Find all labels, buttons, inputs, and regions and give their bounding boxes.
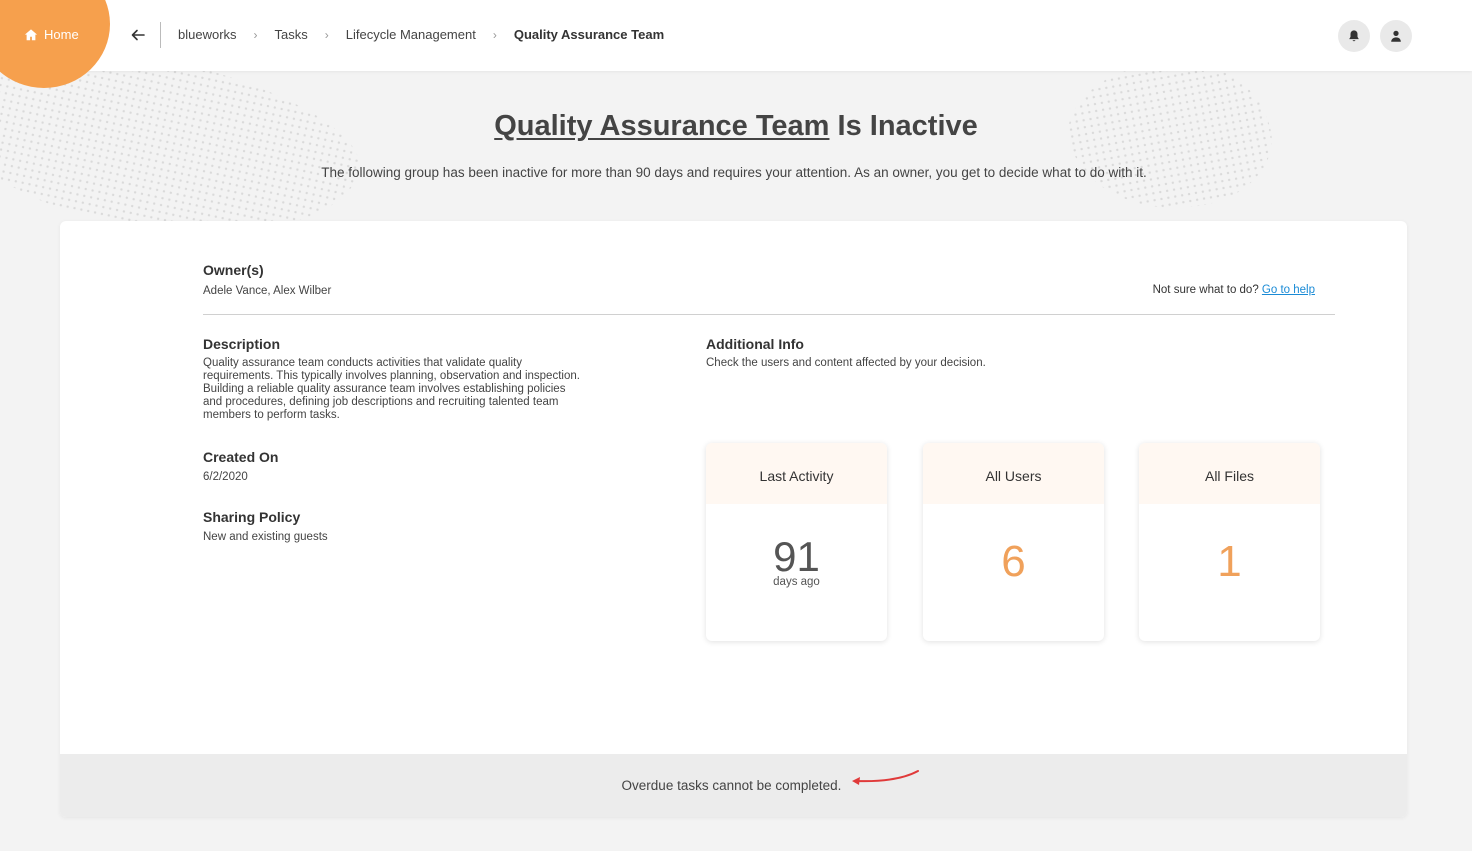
help-link[interactable]: Go to help [1262,284,1315,296]
group-details-card: Owner(s) Adele Vance, Alex Wilber Not su… [60,221,1407,817]
footer-bar: Overdue tasks cannot be completed. [60,754,1407,817]
owners-label: Owner(s) [203,262,264,278]
annotation-arrow-icon [852,770,919,785]
chevron-right-icon: › [492,27,497,42]
description-line: Quality assurance team conducts activiti… [203,357,522,369]
page-title-suffix: Is Inactive [829,110,978,142]
owners-section: Owner(s) Adele Vance, Alex Wilber [203,262,331,297]
owners-value: Adele Vance, Alex Wilber [203,285,332,297]
description-line: and procedures, defining job description… [203,396,559,408]
sharing-label: Sharing Policy [203,509,301,525]
created-value: 6/2/2020 [203,471,248,483]
all-files-card[interactable]: All Files 1 [1139,443,1320,641]
all-files-value: 1 [1217,537,1242,586]
description-section: Description Quality assurance team condu… [203,336,603,422]
chevron-right-icon: › [253,27,258,42]
group-link[interactable]: Quality Assurance Team [494,110,829,142]
breadcrumb-blueworks[interactable]: blueworks [178,27,237,42]
section-divider [203,314,1335,315]
notifications-button[interactable] [1338,20,1370,52]
help-prefix: Not sure what to do? [1152,284,1262,296]
page-subtitle: The following group has been inactive fo… [321,165,1147,180]
home-label: Home [44,27,79,42]
sharing-section: Sharing Policy New and existing guests [203,509,328,543]
profile-button[interactable] [1380,20,1412,52]
description-label: Description [203,336,281,352]
additional-info-section: Additional Info Check the users and cont… [706,336,986,369]
last-activity-card: Last Activity 91 days ago [706,443,887,641]
bell-icon [1349,30,1359,42]
last-activity-value: 91 [773,533,820,580]
additional-info-text: Check the users and content affected by … [706,357,986,369]
breadcrumb-lifecycle-management[interactable]: Lifecycle Management [346,27,476,42]
created-section: Created On 6/2/2020 [203,449,278,483]
help-section: Not sure what to do? Go to help [1153,284,1315,296]
home-icon [24,28,38,40]
description-line: requirements. This typically involves pl… [203,370,580,382]
back-button[interactable] [128,25,148,45]
breadcrumb: blueworks › Tasks › Lifecycle Management… [178,27,664,42]
breadcrumb-tasks[interactable]: Tasks [275,27,308,42]
description-line: Building a reliable quality assurance te… [203,383,566,395]
all-users-value: 6 [1001,537,1026,586]
back-arrow-icon [131,29,145,41]
all-files-title: All Files [1139,443,1320,504]
all-users-card[interactable]: All Users 6 [923,443,1104,641]
created-label: Created On [203,449,279,465]
sharing-value: New and existing guests [203,531,328,543]
home-button[interactable]: Home [24,27,79,42]
user-icon [1391,30,1401,42]
description-text: Quality assurance team conducts activiti… [203,357,603,422]
footer-text: Overdue tasks cannot be completed. [621,778,842,793]
page-title: Quality Assurance Team Is Inactive [0,110,1472,143]
chevron-right-icon: › [324,27,329,42]
last-activity-title: Last Activity [706,443,887,504]
all-users-title: All Users [923,443,1104,504]
header-divider [160,22,161,48]
description-line: members to perform tasks. [203,409,340,421]
last-activity-unit: days ago [773,576,820,588]
breadcrumb-current: Quality Assurance Team [513,27,665,42]
additional-info-label: Additional Info [706,336,804,352]
